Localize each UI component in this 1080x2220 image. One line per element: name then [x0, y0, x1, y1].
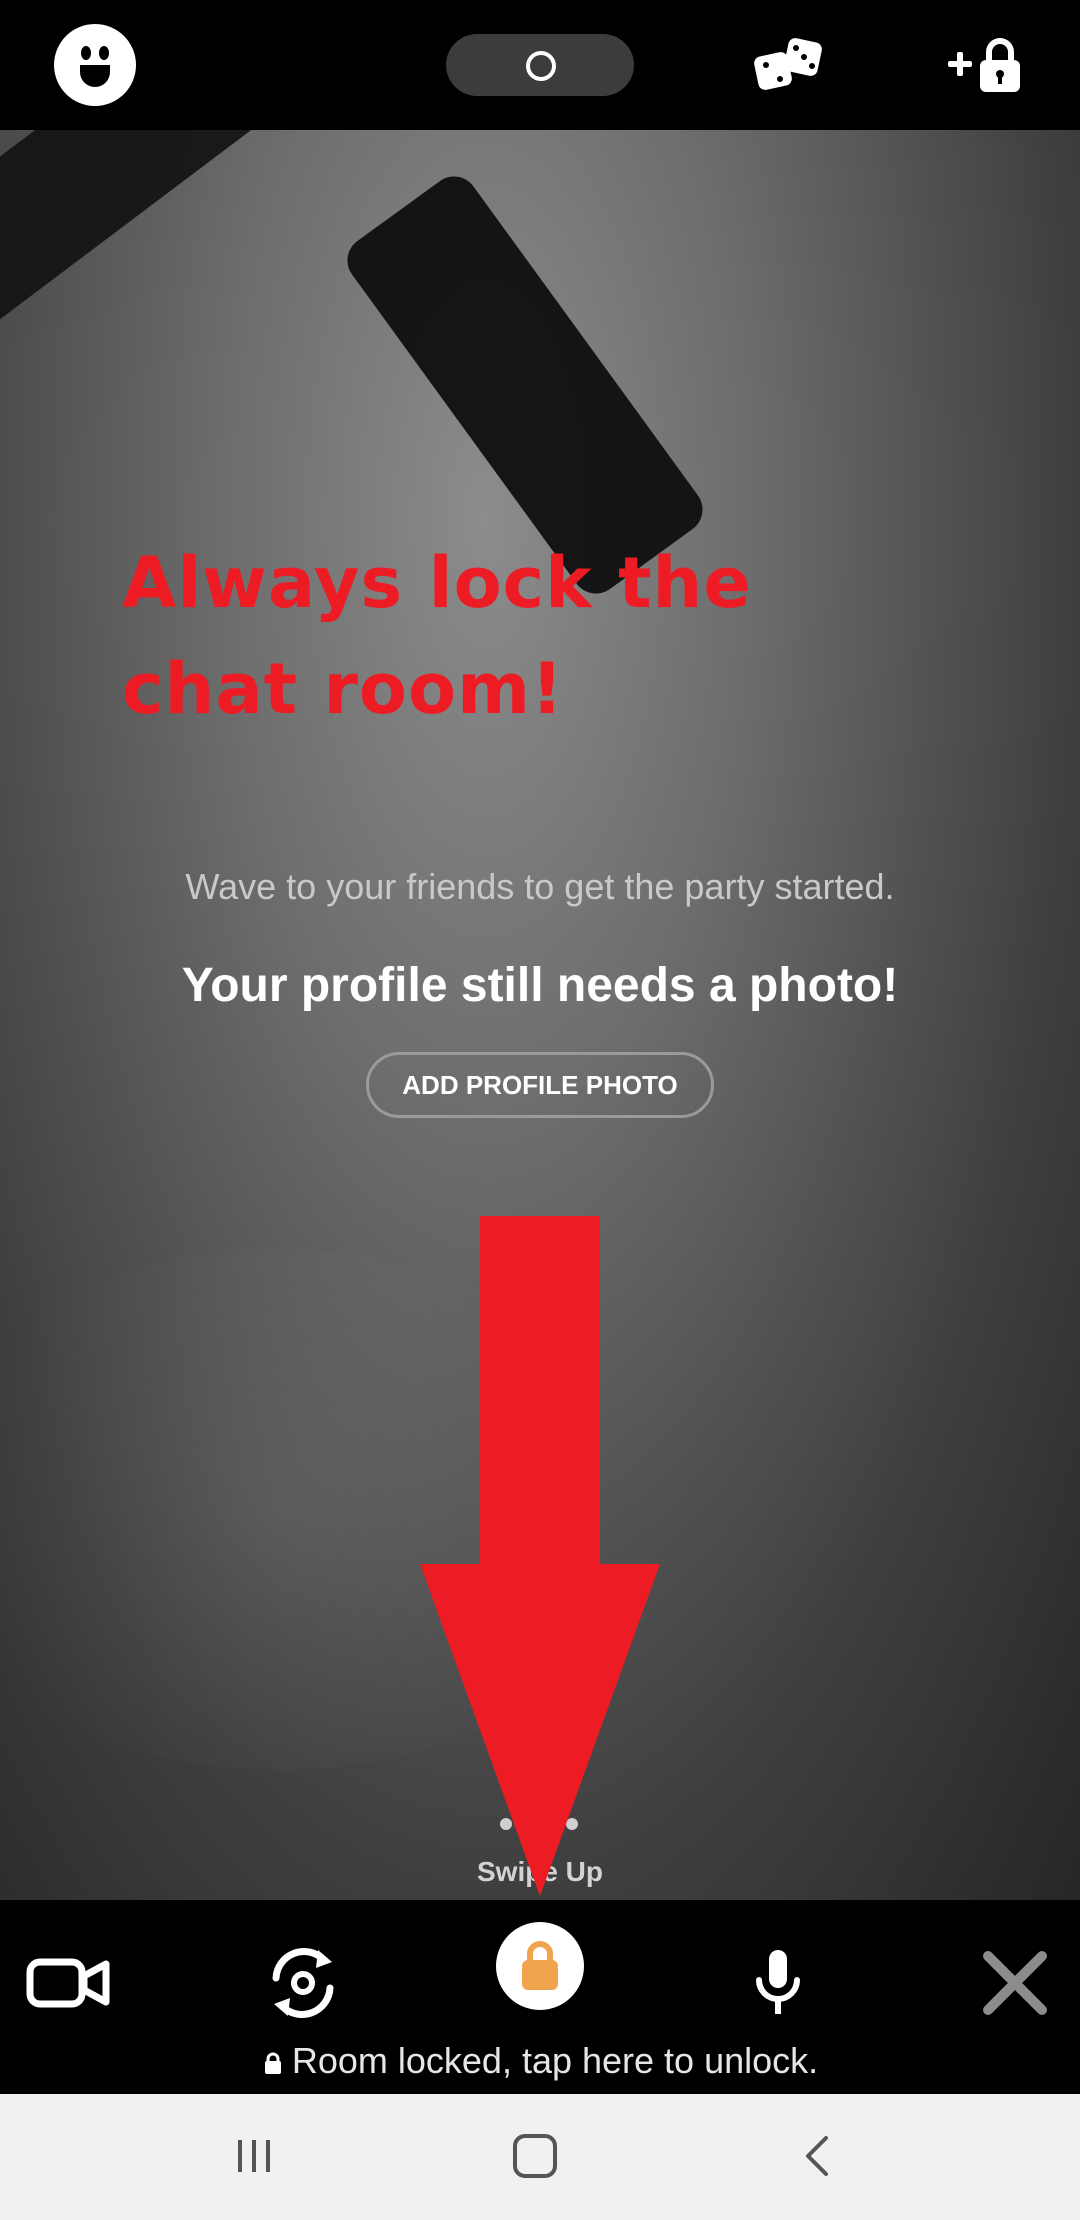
add-lock-icon[interactable]	[946, 34, 1026, 96]
lock-status-text: Room locked, tap here to unlock.	[291, 2040, 819, 2081]
system-nav-bar	[0, 2094, 1080, 2220]
dice-icon[interactable]	[752, 36, 828, 96]
bottom-controls: Room locked, tap here to unlock.	[0, 1900, 1080, 2094]
back-icon[interactable]	[788, 2126, 848, 2186]
annotation-line-1: Always lock the	[122, 542, 752, 624]
home-icon[interactable]	[505, 2126, 565, 2186]
add-profile-photo-button[interactable]: ADD PROFILE PHOTO	[366, 1052, 714, 1118]
wave-message: Wave to your friends to get the party st…	[185, 866, 895, 907]
profile-prompt: Your profile still needs a photo!	[181, 959, 899, 1012]
lock-status-bar[interactable]: Room locked, tap here to unlock.	[0, 2040, 1080, 2082]
close-icon[interactable]	[970, 1938, 1060, 2028]
top-bar	[0, 0, 1080, 130]
lock-icon	[522, 1941, 558, 1990]
logo-eye-right	[99, 46, 109, 60]
switch-camera-icon[interactable]	[258, 1938, 348, 2028]
red-arrow-annotation	[420, 1216, 660, 1896]
status-pill[interactable]	[446, 34, 634, 96]
microphone-icon[interactable]	[733, 1938, 823, 2028]
recent-apps-icon[interactable]	[224, 2126, 284, 2186]
logo-eye-left	[81, 46, 91, 60]
status-ring-icon	[526, 51, 556, 81]
video-camera-icon[interactable]	[22, 1938, 112, 2028]
small-lock-icon	[264, 2052, 281, 2074]
blurred-object	[0, 130, 333, 346]
app-logo-icon[interactable]	[54, 24, 136, 106]
room-lock-button[interactable]	[496, 1922, 584, 2010]
annotation-line-2: chat room!	[122, 648, 564, 730]
logo-mouth	[80, 65, 110, 87]
annotation-text: Always lock the chat room!	[122, 530, 752, 742]
